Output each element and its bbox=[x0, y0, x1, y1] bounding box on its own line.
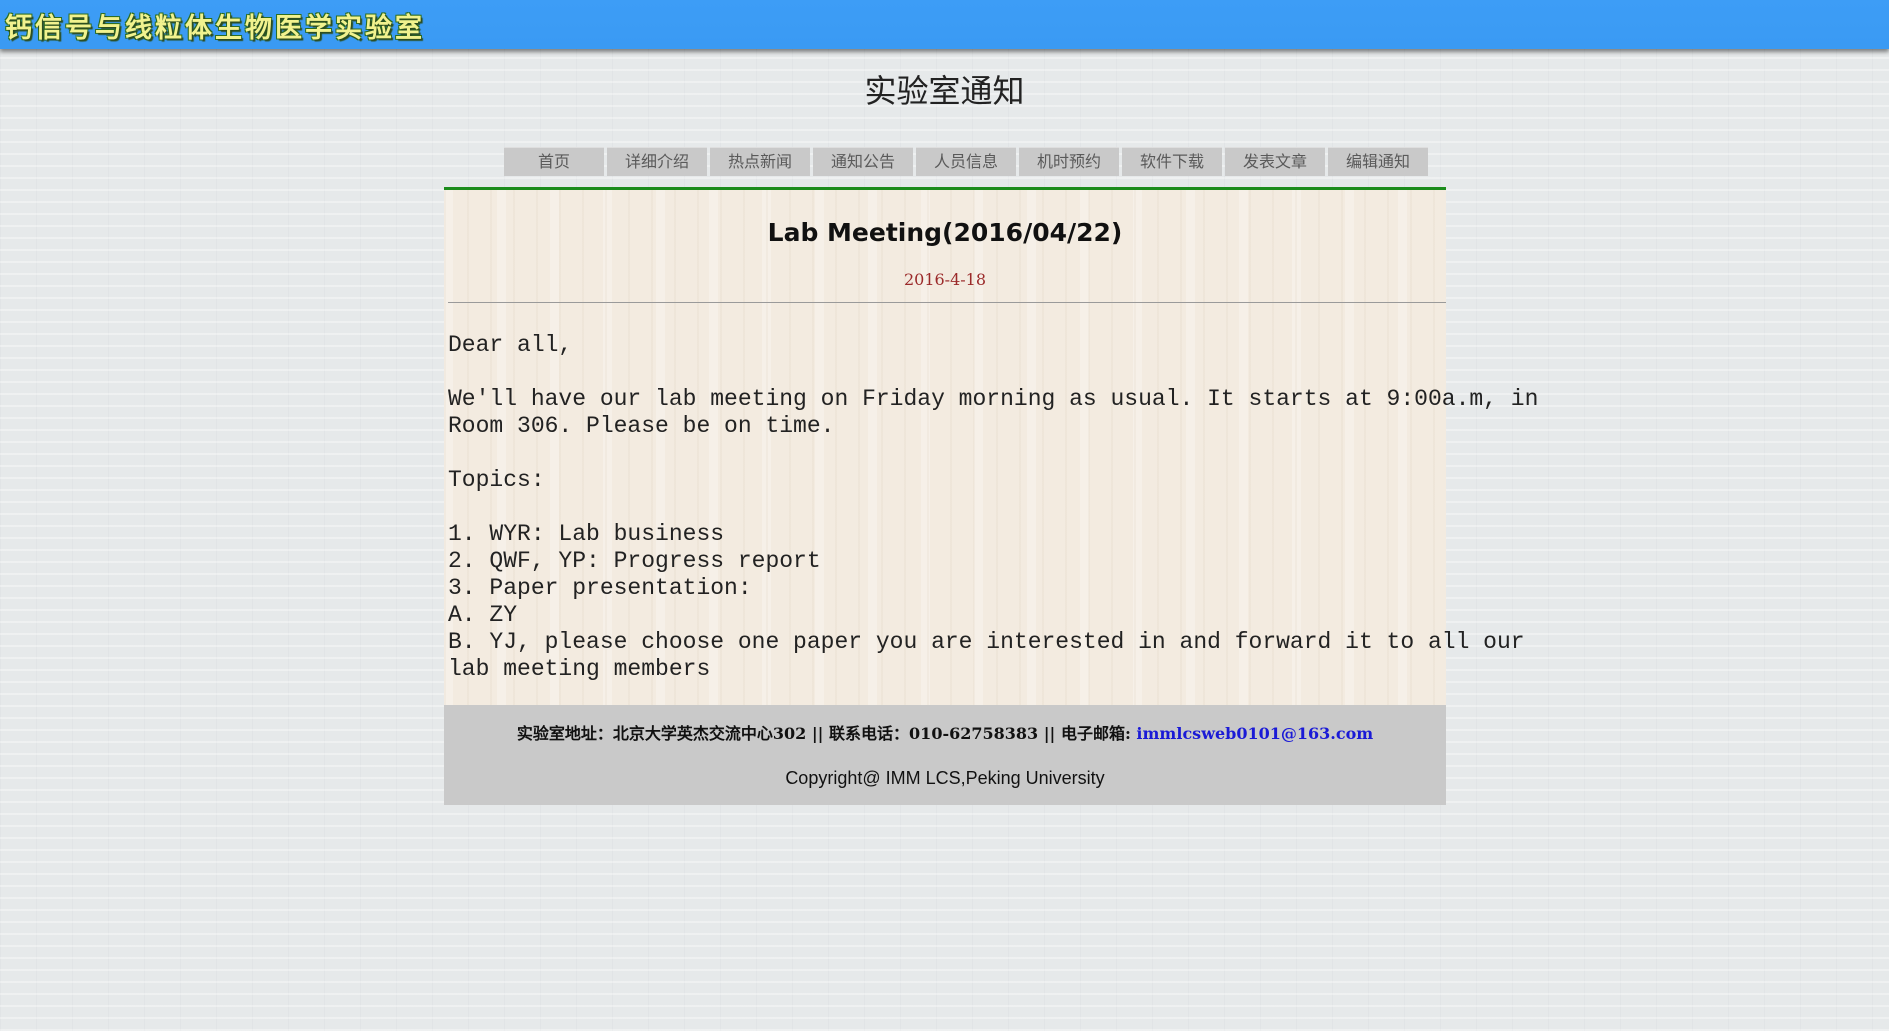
email-link[interactable]: immlcsweb0101@163.com bbox=[1136, 724, 1373, 743]
body-line: Topics: bbox=[448, 467, 545, 493]
site-banner: 钙信号与线粒体生物医学实验室 bbox=[0, 0, 1889, 49]
nav-item-personnel[interactable]: 人员信息 bbox=[916, 147, 1016, 176]
body-line: 3. Paper presentation: bbox=[448, 575, 752, 601]
notice-title: Lab Meeting(2016/04/22) bbox=[767, 218, 1123, 247]
contact-info: 实验室地址：北京大学英杰交流中心302 || 联系电话：010-62758383… bbox=[444, 720, 1446, 744]
nav-item-software[interactable]: 软件下载 bbox=[1122, 147, 1222, 176]
body-line: Dear all, bbox=[448, 332, 573, 358]
body-line: A. ZY bbox=[448, 602, 518, 628]
nav-item-hot-news[interactable]: 热点新闻 bbox=[710, 147, 810, 176]
body-line: 1. WYR: Lab business bbox=[448, 521, 725, 547]
page-footer: 实验室地址：北京大学英杰交流中心302 || 联系电话：010-62758383… bbox=[444, 705, 1446, 805]
phone-value: 010-62758383 bbox=[909, 724, 1039, 743]
body-line: Room 306. Please be on time. bbox=[448, 413, 835, 439]
notice-date: 2016-4-18 bbox=[903, 270, 987, 289]
body-line: We'll have our lab meeting on Friday mor… bbox=[448, 386, 1539, 412]
body-line bbox=[448, 359, 1444, 386]
nav-item-announcements[interactable]: 通知公告 bbox=[813, 147, 913, 176]
phone-label: 联系电话： bbox=[829, 724, 910, 743]
email-label: 电子邮箱: bbox=[1060, 724, 1137, 743]
body-line bbox=[448, 494, 1444, 521]
site-title: 钙信号与线粒体生物医学实验室 bbox=[5, 13, 425, 44]
notice-body: Dear all, We'll have our lab meeting on … bbox=[448, 332, 1539, 683]
body-line: B. YJ, please choose one paper you are i… bbox=[448, 629, 1525, 655]
nav-item-publications[interactable]: 发表文章 bbox=[1225, 147, 1325, 176]
body-line: 2. QWF, YP: Progress report bbox=[448, 548, 821, 574]
page-title: 实验室通知 bbox=[864, 72, 1025, 110]
nav-item-edit-notice[interactable]: 编辑通知 bbox=[1328, 147, 1428, 176]
main-nav: 首页 详细介绍 热点新闻 通知公告 人员信息 机时预约 软件下载 发表文章 编辑… bbox=[504, 147, 1428, 176]
address-value: 北京大学英杰交流中心302 bbox=[612, 724, 807, 743]
body-line: lab meeting members bbox=[448, 656, 711, 682]
nav-item-booking[interactable]: 机时预约 bbox=[1019, 147, 1119, 176]
divider bbox=[448, 302, 1446, 303]
copyright-text: Copyright@ IMM LCS,Peking University bbox=[785, 768, 1105, 788]
address-label: 实验室地址： bbox=[516, 724, 613, 743]
notice-panel: Lab Meeting(2016/04/22) 2016-4-18 Dear a… bbox=[444, 187, 1539, 708]
body-line bbox=[448, 440, 1444, 467]
separator: || bbox=[1038, 724, 1061, 743]
separator: || bbox=[806, 724, 830, 743]
nav-item-home[interactable]: 首页 bbox=[504, 147, 604, 176]
nav-item-introduction[interactable]: 详细介绍 bbox=[607, 147, 707, 176]
